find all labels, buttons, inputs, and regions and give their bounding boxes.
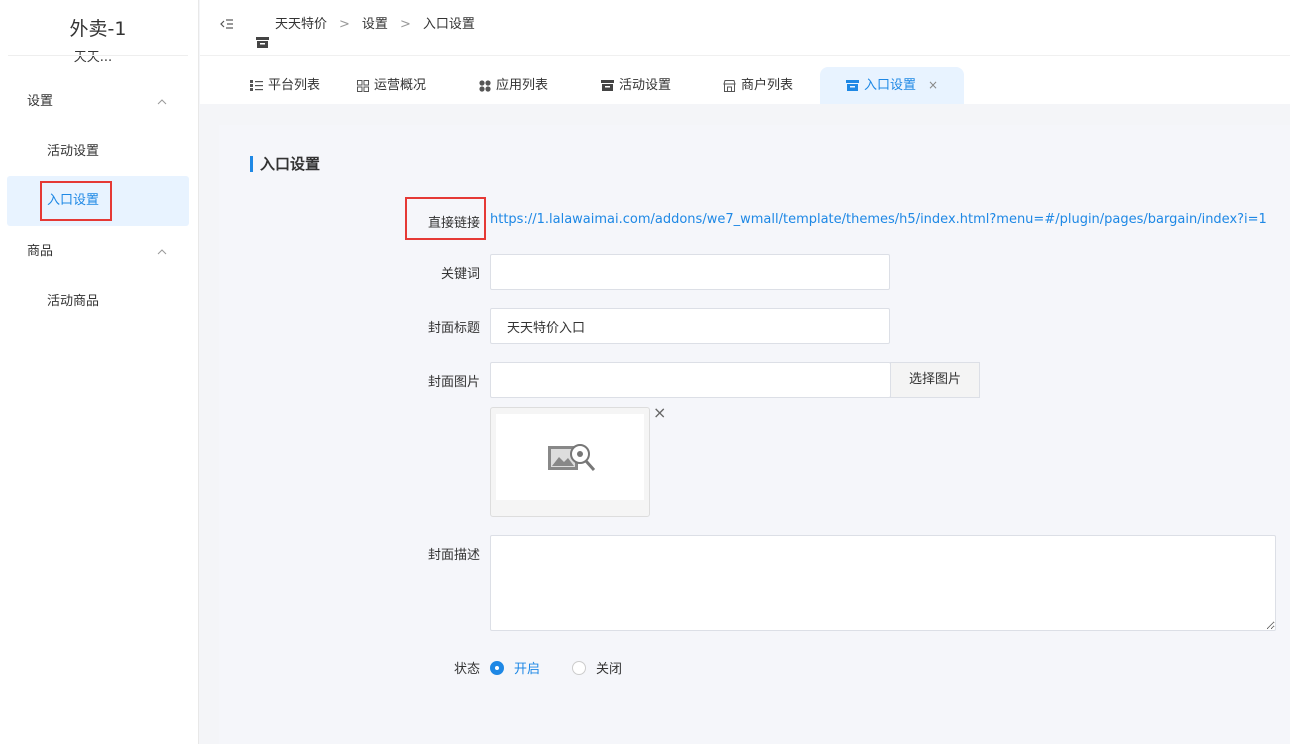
keyword-input[interactable] — [490, 254, 890, 290]
image-search-icon — [548, 444, 596, 471]
tab-platform-list[interactable]: 平台列表 — [250, 67, 320, 104]
store-icon — [723, 79, 736, 92]
image-preview — [490, 407, 650, 517]
pick-image-button[interactable]: 选择图片 — [890, 362, 980, 398]
tab-label: 应用列表 — [496, 78, 549, 93]
sidebar-group-label: 商品 — [27, 244, 54, 259]
top-bar: 天天特价 > 设置 > 入口设置 — [200, 0, 1290, 56]
sidebar-group-settings[interactable]: 设置 — [0, 82, 199, 122]
keyword-label: 关键词 — [440, 267, 480, 282]
archive-icon — [846, 80, 859, 91]
tab-app-list[interactable]: 应用列表 — [479, 67, 548, 104]
breadcrumb-separator: > — [339, 17, 350, 32]
menu-fold-icon[interactable] — [220, 18, 234, 32]
tab-label: 活动设置 — [619, 78, 672, 93]
status-radio-on[interactable]: 开启 — [490, 658, 540, 677]
apps-icon — [479, 79, 491, 92]
radio-dot — [490, 660, 504, 675]
cover-desc-label: 封面描述 — [427, 548, 480, 563]
radio-label: 开启 — [514, 662, 541, 677]
radio-label: 关闭 — [596, 662, 623, 677]
cover-desc-textarea[interactable] — [490, 535, 1276, 631]
tab-label: 平台列表 — [268, 78, 321, 93]
tab-merchant-list[interactable]: 商户列表 — [723, 67, 793, 104]
close-icon[interactable]: × — [928, 67, 938, 104]
chevron-up-icon — [157, 232, 167, 272]
tab-operations-overview[interactable]: 运营概况 — [357, 67, 426, 104]
sidebar-group-label: 设置 — [27, 94, 54, 109]
tab-label: 运营概况 — [374, 78, 427, 93]
breadcrumb-separator: > — [399, 17, 411, 32]
tab-entry-settings[interactable]: 入口设置 × — [820, 67, 965, 104]
sidebar-item-entry-settings[interactable]: 入口设置 — [7, 176, 189, 226]
cover-title-label: 封面标题 — [427, 321, 480, 336]
breadcrumb: 天天特价 > 设置 > 入口设置 — [256, 0, 475, 50]
breadcrumb-item[interactable]: 设置 — [362, 0, 388, 50]
sidebar-item-activity-settings[interactable]: 活动设置 — [7, 127, 189, 177]
app-title: 外卖-1 — [69, 18, 127, 40]
chevron-up-icon — [157, 82, 167, 122]
tab-label: 商户列表 — [741, 78, 794, 93]
archive-icon — [256, 20, 269, 48]
sidebar-divider — [8, 55, 188, 56]
remove-image-icon[interactable]: × — [653, 403, 666, 422]
grid-icon — [357, 79, 369, 92]
archive-icon — [601, 80, 614, 91]
sidebar-item-label: 活动设置 — [47, 144, 100, 159]
cover-image-input[interactable] — [490, 362, 891, 398]
status-radio-off[interactable]: 关闭 — [572, 658, 622, 677]
tab-activity-settings[interactable]: 活动设置 — [601, 67, 671, 104]
direct-link[interactable]: https://1.lalawaimai.com/addons/we7_wmal… — [490, 212, 1267, 227]
cover-image-label: 封面图片 — [427, 375, 480, 390]
radio-dot — [572, 660, 586, 675]
status-label: 状态 — [453, 662, 480, 677]
main-panel: 入口设置 直接链接 https://1.lalawaimai.com/addon… — [219, 125, 1290, 744]
sidebar: 外卖-1 天天... 设置 活动设置 入口设置 商品 活动商品 — [0, 0, 199, 744]
breadcrumb-item[interactable]: 天天特价 — [275, 0, 327, 50]
list-icon — [250, 80, 263, 91]
highlight-box — [405, 197, 486, 240]
cover-title-input[interactable] — [490, 308, 890, 344]
section-title: 入口设置 — [250, 153, 320, 175]
sidebar-item-activity-goods[interactable]: 活动商品 — [7, 277, 189, 327]
tab-bar: 平台列表 运营概况 应用列表 活动设置 商户列表 入口设置 × — [200, 56, 1290, 104]
highlight-box — [40, 181, 112, 221]
sidebar-item-label: 活动商品 — [47, 294, 100, 309]
tab-label: 入口设置 — [864, 78, 917, 93]
sidebar-group-goods[interactable]: 商品 — [0, 232, 199, 272]
breadcrumb-item-current: 入口设置 — [422, 17, 475, 32]
image-placeholder — [496, 414, 644, 500]
